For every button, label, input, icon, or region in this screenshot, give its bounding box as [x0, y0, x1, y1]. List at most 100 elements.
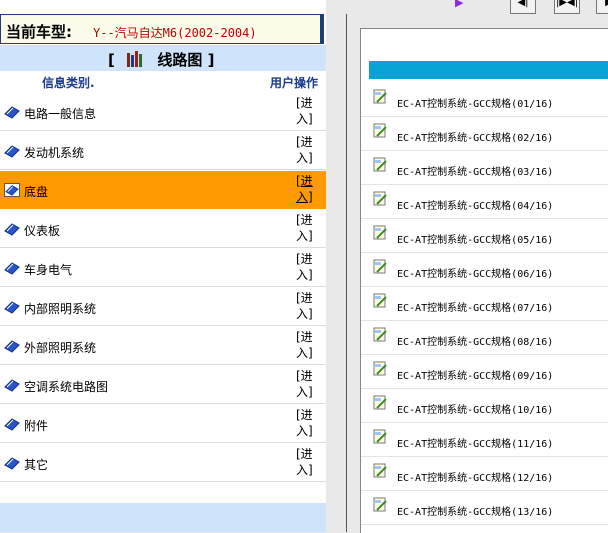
car-model: Y--汽马自达M6(2002-2004) — [93, 26, 257, 40]
category-label: 车身电气 — [24, 263, 73, 277]
page-item[interactable]: EC-AT控制系统-GCC规格(09/16) — [361, 355, 608, 389]
page-title: EC-AT控制系统-GCC规格(05/16) — [397, 235, 554, 246]
page-title: EC-AT控制系统-GCC规格(08/16) — [397, 337, 554, 348]
category-label: 附件 — [24, 419, 49, 433]
enter-link[interactable]: [进入] — [296, 134, 318, 166]
arrow-left-icon: ◀| — [517, 0, 529, 8]
page-title: EC-AT控制系统-GCC规格(04/16) — [397, 201, 554, 212]
blue-diamond-icon — [4, 183, 20, 197]
page-title: EC-AT控制系统-GCC规格(06/16) — [397, 269, 554, 280]
page-item[interactable]: EC-AT控制系统-GCC规格(03/16) — [361, 151, 608, 185]
category-row[interactable]: 内部照明系统 [进入] — [0, 288, 326, 326]
category-label: 内部照明系统 — [24, 302, 97, 316]
page-title: EC-AT控制系统-GCC规格(11/16) — [397, 439, 554, 450]
page-item[interactable]: EC-AT控制系统-GCC规格(01/16) — [361, 83, 608, 117]
next-page-button[interactable]: ▶ — [596, 0, 608, 14]
enter-link[interactable]: [进入] — [296, 212, 318, 244]
page-title: EC-AT控制系统-GCC规格(07/16) — [397, 303, 554, 314]
category-label: 底盘 — [24, 185, 49, 199]
page-item[interactable]: EC-AT控制系统-GCC规格(02/16) — [361, 117, 608, 151]
category-row[interactable]: 附件 [进入] — [0, 405, 326, 443]
col-action: 用户操作 — [270, 76, 319, 90]
category-label: 外部照明系统 — [24, 341, 97, 355]
enter-link[interactable]: [进入] — [296, 368, 318, 400]
category-label: 发动机系统 — [24, 146, 85, 160]
category-label: 其它 — [24, 458, 49, 472]
document-pencil-icon — [373, 463, 387, 478]
category-row[interactable]: 空调系统电路图 [进入] — [0, 366, 326, 404]
page-title: EC-AT控制系统-GCC规格(13/16) — [397, 507, 554, 518]
page-item[interactable]: EC-AT控制系统-GCC规格(11/16) — [361, 423, 608, 457]
fit-icon: |▶◀| — [555, 0, 579, 8]
enter-link[interactable]: [进入] — [296, 329, 318, 361]
document-pencil-icon — [373, 191, 387, 206]
page-item[interactable]: EC-AT控制系统-GCC规格(10/16) — [361, 389, 608, 423]
left-panel: 当前车型: Y--汽马自达M6(2002-2004) [ 线路图 ] 信息类别.… — [0, 0, 326, 532]
blue-diamond-icon — [4, 418, 20, 431]
page-item[interactable]: EC-AT控制系统-GCC规格(13/16) — [361, 491, 608, 525]
map-title: [ 线路图 ] — [108, 49, 214, 70]
map-title-text: 线路图 — [157, 51, 203, 69]
books-icon — [127, 51, 143, 67]
bracket-open: [ — [108, 51, 115, 69]
enter-link[interactable]: [进入] — [296, 251, 318, 283]
col-category: 信息类别. — [42, 76, 95, 90]
toolbar: ▶ ◀| |▶◀| ▶ — [346, 0, 608, 14]
enter-link[interactable]: [进入] — [296, 95, 318, 127]
document-pencil-icon — [373, 157, 387, 172]
document-pencil-icon — [373, 89, 387, 104]
document-pencil-icon — [373, 259, 387, 274]
page-item[interactable]: EC-AT控制系统-GCC规格(12/16) — [361, 457, 608, 491]
car-label: 当前车型: — [6, 23, 72, 41]
category-row[interactable]: 仪表板 [进入] — [0, 210, 326, 248]
blue-diamond-icon — [4, 301, 20, 314]
document-pencil-icon — [373, 429, 387, 444]
page-title: EC-AT控制系统-GCC规格(02/16) — [397, 133, 554, 144]
enter-link[interactable]: [进入] — [296, 446, 318, 478]
bracket-close: ] — [207, 51, 215, 69]
category-row[interactable]: 车身电气 [进入] — [0, 249, 326, 287]
page-item[interactable]: EC-AT控制系统-GCC规格(07/16) — [361, 287, 608, 321]
blue-diamond-icon — [4, 106, 20, 119]
page-item[interactable]: EC-AT控制系统-GCC规格(08/16) — [361, 321, 608, 355]
category-row[interactable]: 发动机系统 [进入] — [0, 132, 326, 170]
category-row[interactable]: 底盘 [进入] — [0, 171, 326, 209]
map-title-band: [ 线路图 ] — [0, 45, 326, 71]
blue-diamond-icon — [4, 145, 20, 158]
document-pencil-icon — [373, 361, 387, 376]
document-pencil-icon — [373, 497, 387, 512]
category-row[interactable]: 外部照明系统 [进入] — [0, 327, 326, 365]
category-label: 仪表板 — [24, 224, 61, 238]
page-title: EC-AT控制系统-GCC规格(01/16) — [397, 99, 554, 110]
page-title: EC-AT控制系统-GCC规格(03/16) — [397, 167, 554, 178]
left-footer-band — [0, 503, 326, 532]
document-pencil-icon — [373, 293, 387, 308]
enter-link[interactable]: [进入] — [296, 290, 318, 322]
list-header: 信息类别. 用户操作 — [0, 71, 326, 91]
category-label: 空调系统电路图 — [24, 380, 109, 394]
prev-page-button[interactable]: ◀| — [510, 0, 536, 14]
page-title: EC-AT控制系统-GCC规格(12/16) — [397, 473, 554, 484]
page-item[interactable]: EC-AT控制系统-GCC规格(06/16) — [361, 253, 608, 287]
category-row[interactable]: 电路一般信息 [进入] — [0, 93, 326, 131]
document-pencil-icon — [373, 395, 387, 410]
current-car-bar: 当前车型: Y--汽马自达M6(2002-2004) — [0, 14, 324, 44]
page-item[interactable]: EC-AT控制系统-GCC规格(04/16) — [361, 185, 608, 219]
category-row[interactable]: 其它 [进入] — [0, 444, 326, 482]
enter-link[interactable]: [进入] — [296, 407, 318, 439]
document-pencil-icon — [373, 327, 387, 342]
media-icon[interactable]: ▶ — [454, 0, 474, 14]
fit-page-button[interactable]: |▶◀| — [554, 0, 580, 14]
category-label: 电路一般信息 — [24, 107, 97, 121]
blue-diamond-icon — [4, 223, 20, 236]
page-item[interactable]: EC-AT控制系统-GCC规格(05/16) — [361, 219, 608, 253]
enter-link[interactable]: [进入] — [296, 173, 318, 205]
svg-text:▶: ▶ — [455, 0, 464, 8]
blue-diamond-icon — [4, 457, 20, 470]
blue-diamond-icon — [4, 340, 20, 353]
arrow-right-icon: ▶ — [597, 0, 608, 11]
bar-edge — [320, 14, 324, 44]
page-list-panel: EC-AT控制系统-GCC规格(01/16) EC-AT控制系统-GCC规格(02… — [360, 28, 608, 533]
page-title: EC-AT控制系统-GCC规格(09/16) — [397, 371, 554, 382]
document-pencil-icon — [373, 225, 387, 240]
